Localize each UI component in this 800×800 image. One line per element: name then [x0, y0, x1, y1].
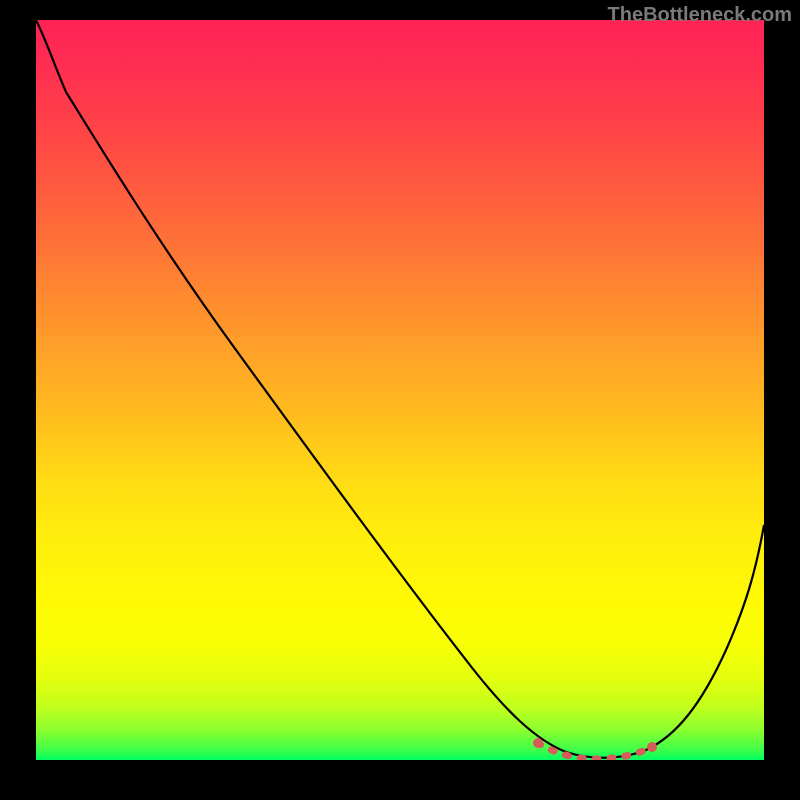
background-gradient [36, 20, 764, 760]
plot-area [36, 20, 764, 760]
attribution-text: TheBottleneck.com [608, 4, 792, 27]
